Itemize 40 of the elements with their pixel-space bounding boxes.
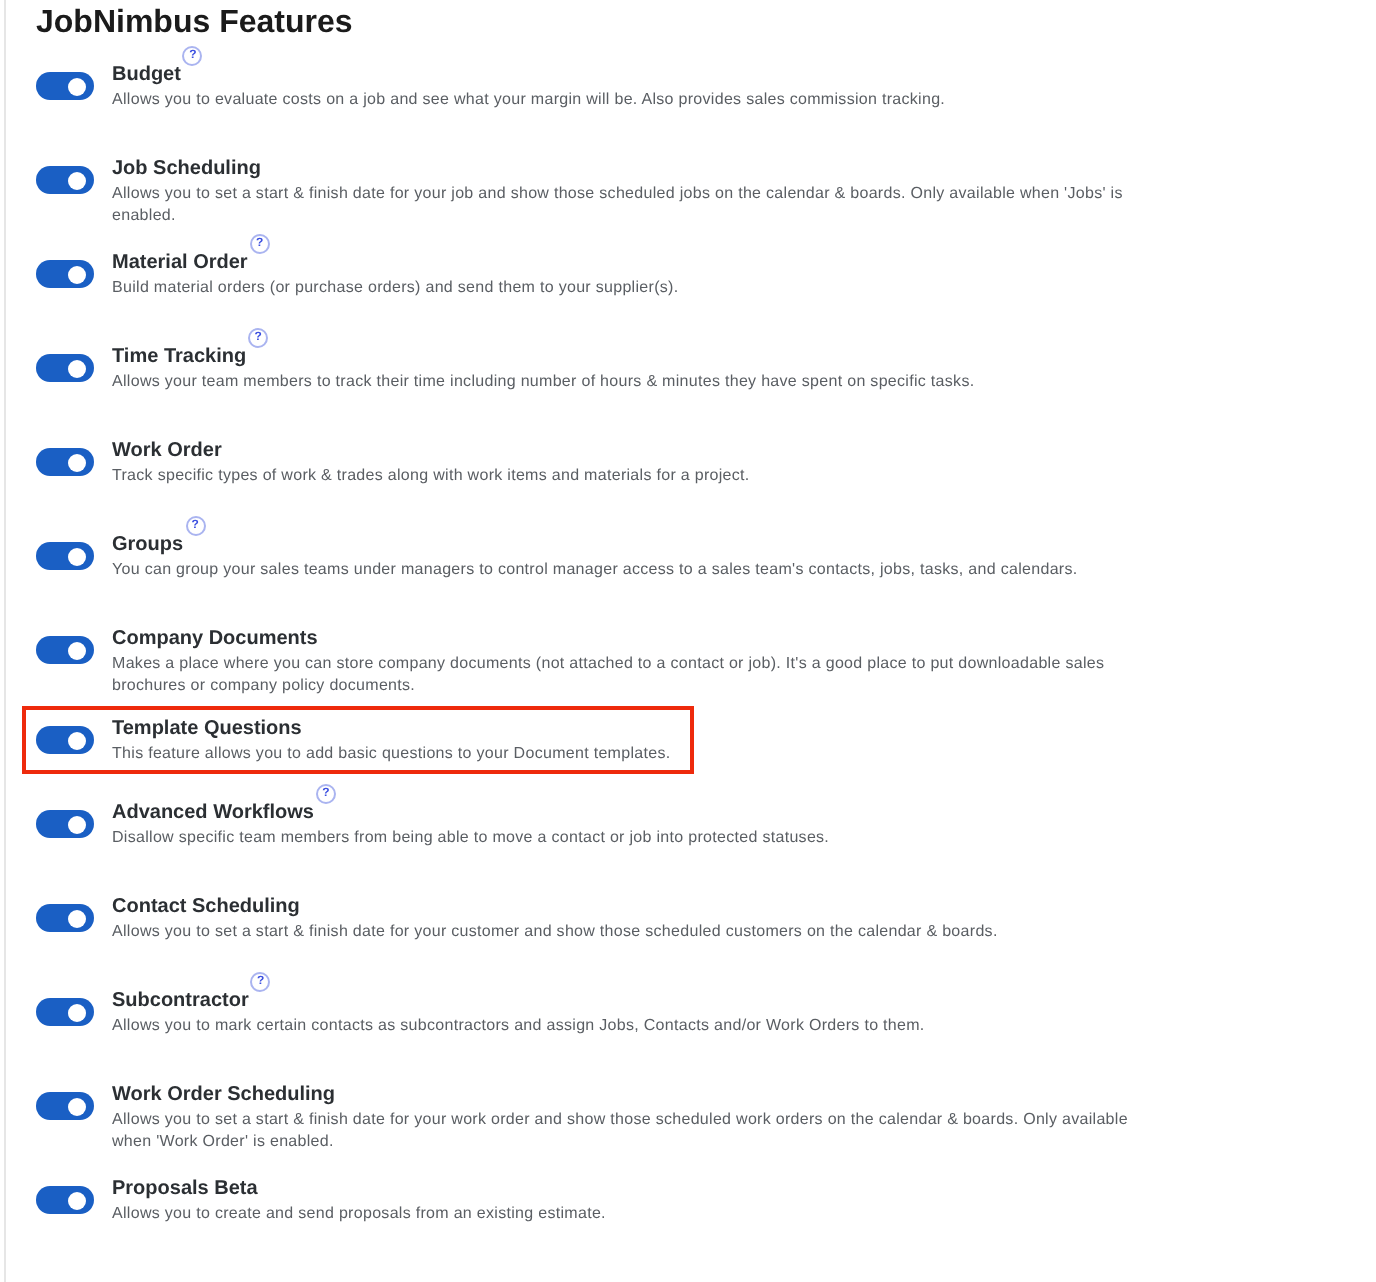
feature-description: This feature allows you to add basic questions to your Document templates. bbox=[112, 742, 673, 764]
feature-name: Budget bbox=[112, 62, 181, 88]
toggle-switch[interactable] bbox=[36, 1092, 94, 1120]
feature-name: Contact Scheduling bbox=[112, 894, 300, 920]
feature-description: Allows you to create and send proposals from an existing estimate. bbox=[112, 1202, 608, 1224]
toggle-switch[interactable] bbox=[36, 542, 94, 570]
toggle-switch[interactable] bbox=[36, 1186, 94, 1214]
toggle-switch[interactable] bbox=[36, 72, 94, 100]
toggle-switch[interactable] bbox=[36, 166, 94, 194]
feature-name: Work Order Scheduling bbox=[112, 1082, 335, 1108]
feature-name: Proposals Beta bbox=[112, 1176, 258, 1202]
feature-description: Makes a place where you can store company documents (not attached to a contact or job). It's a good place to put downloadable sales brochures or company policy documents. bbox=[112, 652, 1107, 696]
feature-description: Allows you to set a start & finish date for your customer and show those scheduled customers on the calendar & boards. bbox=[112, 920, 1000, 942]
toggle-switch[interactable] bbox=[36, 810, 94, 838]
feature-description: You can group your sales teams under managers to control manager access to a sales team's contacts, jobs, tasks, and calendars. bbox=[112, 558, 1080, 580]
feature-name: Groups bbox=[112, 532, 184, 558]
toggle-switch[interactable] bbox=[36, 354, 94, 382]
feature-name: Job Scheduling bbox=[112, 156, 261, 182]
feature-name: Subcontractor bbox=[112, 988, 249, 1014]
feature-name: Company Documents bbox=[112, 626, 318, 652]
feature-description: Track specific types of work & trades along with work items and materials for a project. bbox=[112, 464, 752, 486]
toggle-switch[interactable] bbox=[36, 998, 94, 1026]
page-title: JobNimbus Features bbox=[36, 6, 355, 42]
toggle-switch[interactable] bbox=[36, 448, 94, 476]
feature-description: Allows you to evaluate costs on a job and see what your margin will be. Also provides sales commission tracking. bbox=[112, 88, 948, 110]
toggle-switch[interactable] bbox=[36, 636, 94, 664]
feature-description: Allows you to mark certain contacts as subcontractors and assign Jobs, Contacts and/or Work Orders to them. bbox=[112, 1014, 927, 1036]
feature-description: Disallow specific team members from being able to move a contact or job into protected statuses. bbox=[112, 826, 832, 848]
feature-name: Work Order bbox=[112, 438, 222, 464]
toggle-switch[interactable] bbox=[36, 260, 94, 288]
feature-name: Material Order bbox=[112, 250, 248, 276]
toggle-switch[interactable] bbox=[36, 726, 94, 754]
feature-description: Allows you to set a start & finish date for your job and show those scheduled jobs on the calendar & boards. Only available when 'Jobs' is enabled. bbox=[112, 182, 1125, 226]
feature-name: Template Questions bbox=[112, 716, 302, 742]
feature-name: Advanced Workflows bbox=[112, 800, 314, 826]
feature-description: Build material orders (or purchase orders) and send them to your supplier(s). bbox=[112, 276, 681, 298]
feature-description: Allows you to set a start & finish date for your work order and show those scheduled work orders on the calendar & boards. Only available when 'Work Order' is enabled. bbox=[112, 1108, 1130, 1152]
feature-name: Time Tracking bbox=[112, 344, 247, 370]
feature-description: Allows your team members to track their time including number of hours & minutes they have spent on specific tasks. bbox=[112, 370, 977, 392]
toggle-switch[interactable] bbox=[36, 904, 94, 932]
